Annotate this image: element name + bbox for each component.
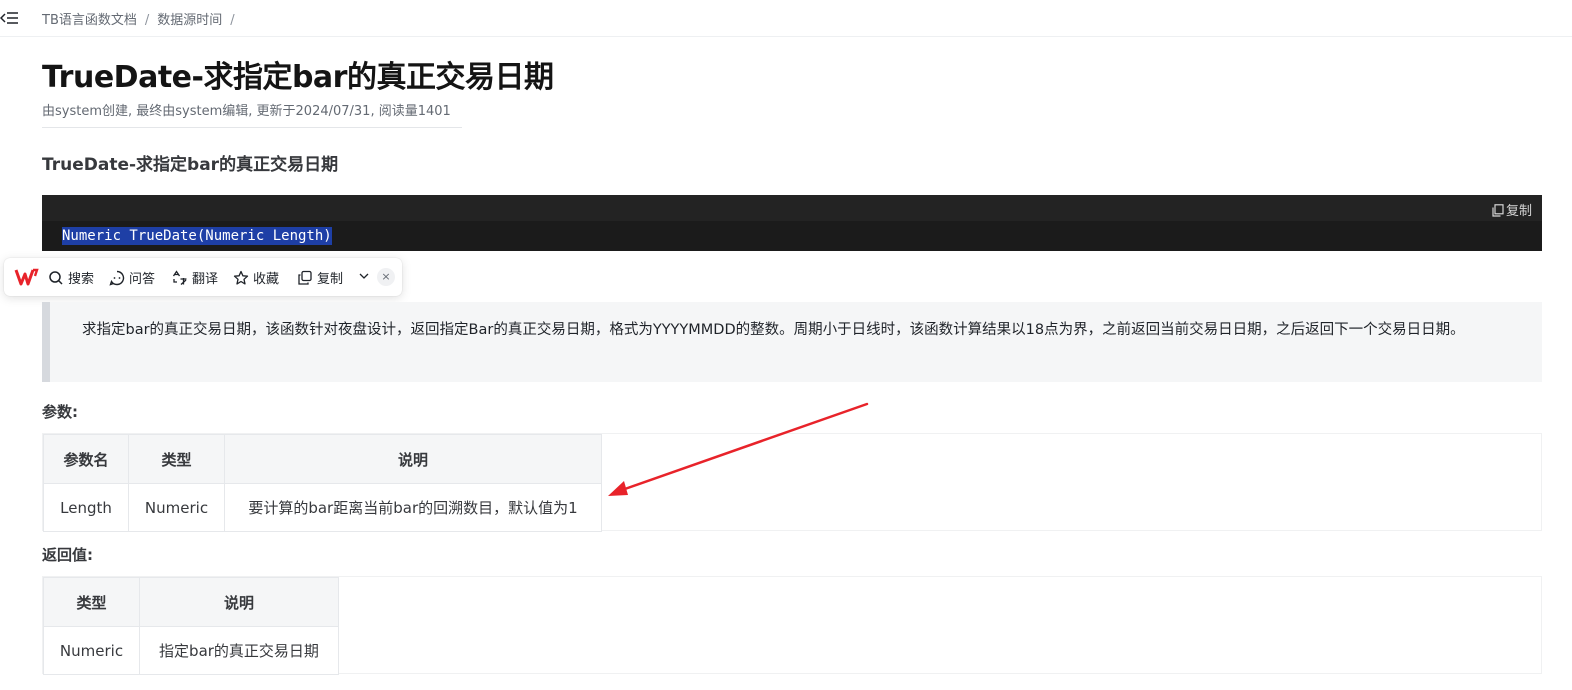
returns-table-wrapper: 类型 说明 Numeric 指定bar的真正交易日期 [42, 576, 1542, 675]
params-table: 参数名 类型 说明 Length Numeric 要计算的bar距离当前bar的… [43, 434, 602, 532]
code-block: 复制 Numeric TrueDate(Numeric Length) [42, 195, 1542, 251]
chevron-down-icon[interactable] [358, 270, 374, 282]
copy-icon [298, 270, 312, 285]
qa-icon [109, 270, 125, 286]
doc-meta: 由system创建, 最终由system编辑, 更新于2024/07/31, 阅… [42, 104, 451, 119]
selection-toolbar: 搜索 问答 翻译 收藏 复制 × [4, 258, 402, 296]
menu-collapse-icon[interactable] [0, 8, 20, 28]
meta-divider [42, 127, 462, 128]
code-signature[interactable]: Numeric TrueDate(Numeric Length) [62, 227, 332, 245]
table-row: Numeric 指定bar的真正交易日期 [43, 626, 339, 675]
breadcrumb-item-docs[interactable]: TB语言函数文档 [42, 13, 137, 28]
code-copy-label: 复制 [1505, 204, 1532, 219]
doc-page: TB语言函数文档 / 数据源时间 / TrueDate-求指定bar的真正交易日期 由… [0, 0, 1572, 690]
toolbar-search-button[interactable]: 搜索 [48, 268, 94, 287]
page-title: TrueDate-求指定bar的真正交易日期 [42, 60, 554, 95]
copy-icon [1492, 204, 1504, 217]
column-header: 说明 [139, 577, 339, 627]
params-table-wrapper: 参数名 类型 说明 Length Numeric 要计算的bar距离当前bar的… [42, 433, 1542, 532]
returns-table: 类型 说明 Numeric 指定bar的真正交易日期 [43, 577, 339, 675]
toolbar-translate-label: 翻译 [192, 272, 219, 287]
table-header-row: 参数名 类型 说明 [43, 434, 602, 484]
breadcrumb-separator: / [144, 13, 150, 28]
toolbar-favorite-label: 收藏 [253, 272, 280, 287]
table-cell: Length [43, 483, 129, 532]
description-quote: 求指定bar的真正交易日期，该函数针对夜盘设计，返回指定Bar的真正交易日期，格… [42, 302, 1542, 382]
code-block-header [42, 195, 1542, 221]
close-icon[interactable]: × [377, 268, 395, 286]
params-label: 参数: [42, 403, 78, 421]
breadcrumb-item-datasource-time[interactable]: 数据源时间 [157, 13, 222, 28]
breadcrumb: TB语言函数文档 / 数据源时间 / [42, 9, 243, 28]
toolbar-qa-button[interactable]: 问答 [109, 268, 155, 287]
column-header: 说明 [224, 434, 602, 484]
toolbar-translate-button[interactable]: 翻译 [172, 268, 218, 287]
description-text: 求指定bar的真正交易日期，该函数针对夜盘设计，返回指定Bar的真正交易日期，格… [82, 322, 1465, 338]
wps-logo-icon[interactable] [14, 267, 44, 287]
table-cell: Numeric [43, 626, 140, 675]
column-header: 类型 [43, 577, 140, 627]
section-heading: TrueDate-求指定bar的真正交易日期 [42, 155, 339, 175]
returns-label: 返回值: [42, 546, 93, 564]
toolbar-copy-button[interactable]: 复制 [297, 268, 343, 287]
toolbar-copy-label: 复制 [317, 272, 344, 287]
table-row: Length Numeric 要计算的bar距离当前bar的回溯数目，默认值为1 [43, 483, 602, 532]
translate-icon [172, 269, 187, 285]
table-cell: 要计算的bar距离当前bar的回溯数目，默认值为1 [224, 483, 602, 532]
top-bar: TB语言函数文档 / 数据源时间 / [0, 0, 1572, 37]
table-cell: 指定bar的真正交易日期 [139, 626, 339, 675]
search-icon [49, 270, 63, 285]
toolbar-favorite-button[interactable]: 收藏 [233, 268, 279, 287]
breadcrumb-separator: / [230, 13, 235, 28]
column-header: 类型 [128, 434, 225, 484]
column-header: 参数名 [43, 434, 129, 484]
code-copy-button[interactable]: 复制 [1492, 200, 1532, 219]
table-cell: Numeric [128, 483, 225, 532]
star-icon [233, 270, 249, 285]
table-header-row: 类型 说明 [43, 577, 339, 627]
toolbar-qa-label: 问答 [129, 272, 156, 287]
toolbar-search-label: 搜索 [68, 272, 95, 287]
